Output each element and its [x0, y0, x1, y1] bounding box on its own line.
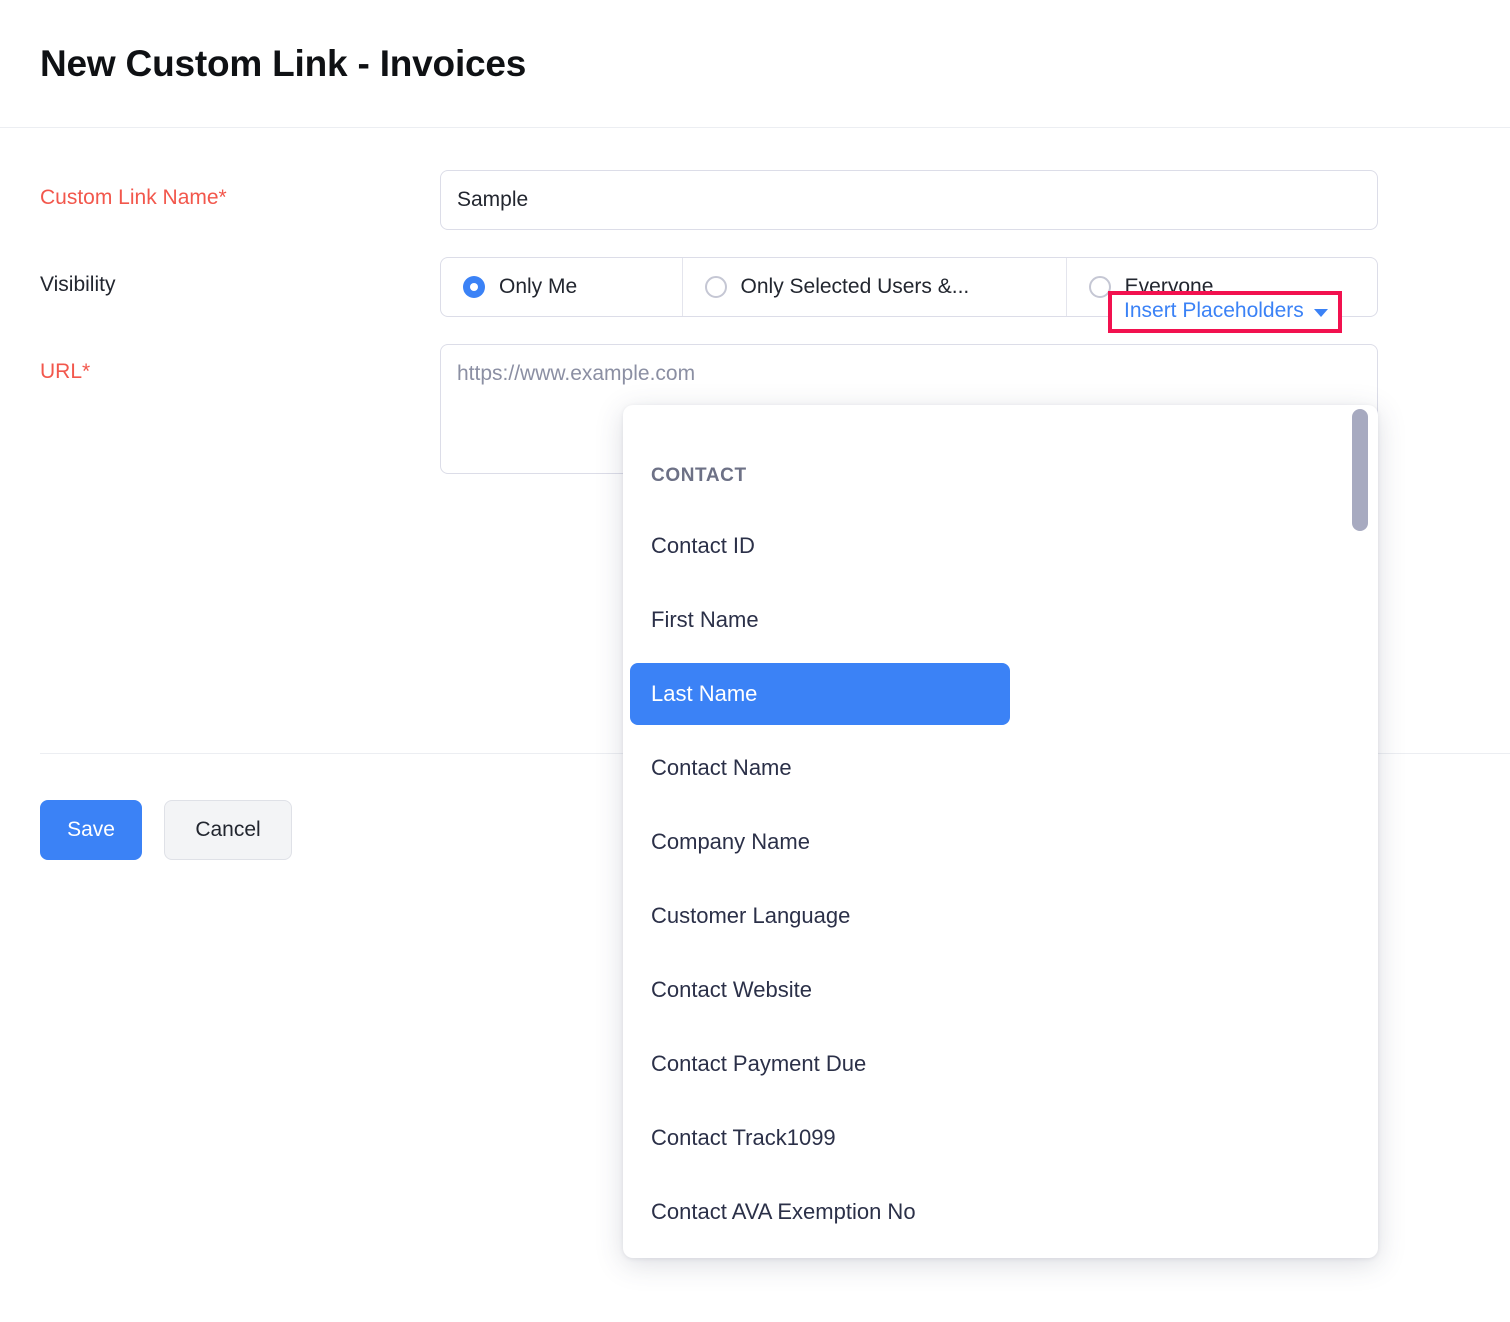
visibility-label: Visibility [40, 257, 440, 298]
placeholder-dropdown-list: CONTACT Contact ID First Name Last Name … [623, 405, 1378, 1258]
custom-link-name-input[interactable] [440, 170, 1378, 230]
dropdown-scrollbar[interactable] [1352, 409, 1368, 1254]
save-button[interactable]: Save [40, 800, 142, 860]
dropdown-item-last-name[interactable]: Last Name [630, 663, 1010, 725]
dropdown-item-contact-track1099[interactable]: Contact Track1099 [623, 1117, 1378, 1159]
dropdown-item-customer-language[interactable]: Customer Language [623, 895, 1378, 937]
form-actions: Save Cancel [40, 800, 292, 860]
custom-link-name-control [440, 170, 1510, 230]
radio-label-only-selected-users: Only Selected Users &... [741, 275, 970, 299]
dropdown-item-company-name[interactable]: Company Name [623, 821, 1378, 863]
page-title: New Custom Link - Invoices [40, 43, 526, 85]
url-label: URL* [40, 344, 440, 385]
radio-option-only-selected-users[interactable]: Only Selected Users &... [683, 258, 1067, 316]
insert-placeholders-button[interactable]: Insert Placeholders [1108, 291, 1342, 333]
radio-option-only-me[interactable]: Only Me [441, 258, 683, 316]
dropdown-item-contact-website[interactable]: Contact Website [623, 969, 1378, 1011]
radio-icon-only-me [463, 276, 485, 298]
form-row-custom-link-name: Custom Link Name* [0, 170, 1510, 230]
radio-label-only-me: Only Me [499, 275, 577, 299]
radio-icon-only-selected-users [705, 276, 727, 298]
cancel-button[interactable]: Cancel [164, 800, 292, 860]
dropdown-item-first-name[interactable]: First Name [623, 599, 1378, 641]
custom-link-name-label: Custom Link Name* [40, 170, 440, 211]
dropdown-item-contact-payment-due[interactable]: Contact Payment Due [623, 1043, 1378, 1085]
insert-placeholders-label: Insert Placeholders [1124, 299, 1304, 323]
placeholder-dropdown-panel: CONTACT Contact ID First Name Last Name … [623, 405, 1378, 1258]
dropdown-item-contact-name[interactable]: Contact Name [623, 747, 1378, 789]
dropdown-item-contact-id[interactable]: Contact ID [623, 525, 1378, 567]
page-header: New Custom Link - Invoices [0, 0, 1510, 128]
chevron-down-icon [1314, 309, 1328, 317]
dropdown-scrollbar-thumb[interactable] [1352, 409, 1368, 531]
dropdown-item-contact-ava-exemption-no[interactable]: Contact AVA Exemption No [623, 1191, 1378, 1233]
dropdown-group-title-contact: CONTACT [623, 465, 1378, 487]
visibility-control: Only Me Only Selected Users &... Everyon… [440, 257, 1510, 317]
